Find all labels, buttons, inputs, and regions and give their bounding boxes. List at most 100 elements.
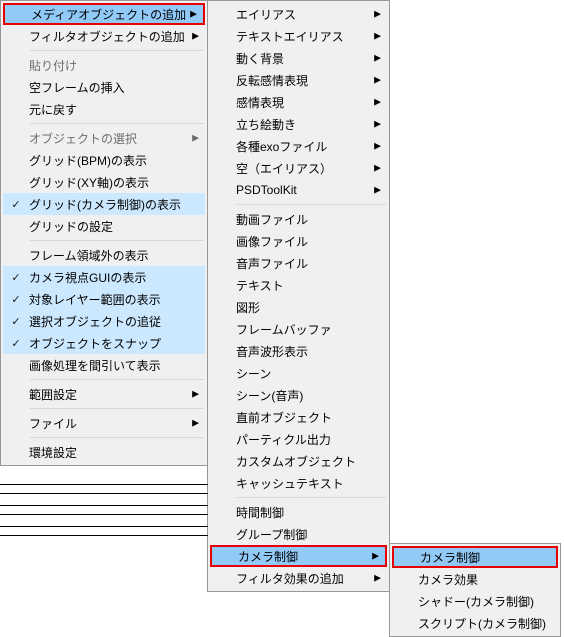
menu-item-label: スクリプト(カメラ制御): [418, 615, 546, 632]
menu2-item[interactable]: 画像ファイル: [210, 230, 387, 252]
menu2-item[interactable]: 図形: [210, 296, 387, 318]
menu2-item[interactable]: エイリアス ▶: [210, 3, 387, 25]
menu-item-label: 動画ファイル: [236, 211, 367, 228]
menu1-item[interactable]: 範囲設定▶: [3, 383, 205, 405]
menu-separator: [237, 497, 386, 498]
chevron-right-icon: ▶: [190, 9, 197, 20]
menu1-item: 貼り付け: [3, 54, 205, 76]
menu-separator: [30, 408, 204, 409]
menu1-item[interactable]: グリッドの設定: [3, 215, 205, 237]
menu-item-label: 時間制御: [236, 504, 367, 521]
menu2-item[interactable]: シーン(音声): [210, 384, 387, 406]
menu-item-label: 動く背景: [236, 50, 367, 67]
decorative-lines: [0, 526, 208, 536]
menu-item-label: オブジェクトの選択: [29, 130, 185, 147]
chevron-right-icon: ▶: [374, 97, 381, 108]
menu2-item[interactable]: テキスト: [210, 274, 387, 296]
chevron-right-icon: ▶: [374, 53, 381, 64]
menu-item-label: 音声ファイル: [236, 255, 367, 272]
chevron-right-icon: ▶: [192, 133, 199, 144]
check-icon: ✓: [3, 293, 29, 306]
menu1-item[interactable]: ✓対象レイヤー範囲の表示: [3, 288, 205, 310]
menu3-item[interactable]: シャドー(カメラ制御): [392, 590, 558, 612]
menu-item-label: エイリアス: [236, 6, 367, 23]
menu-item-label: カメラ視点GUIの表示: [29, 269, 185, 286]
menu-item-label: グリッドの設定: [29, 218, 185, 235]
menu2-item[interactable]: 反転感情表現▶: [210, 69, 387, 91]
menu-item-label: 選択オブジェクトの追従: [29, 313, 185, 330]
menu2-item[interactable]: フレームバッファ: [210, 318, 387, 340]
menu3-item[interactable]: カメラ制御: [392, 546, 558, 568]
menu-item-label: カスタムオブジェクト: [236, 453, 367, 470]
chevron-right-icon: ▶: [372, 551, 379, 562]
menu2-item[interactable]: 動画ファイル: [210, 208, 387, 230]
menu-item-label: 音声波形表示: [236, 343, 367, 360]
menu3-item[interactable]: スクリプト(カメラ制御): [392, 612, 558, 634]
menu2-item[interactable]: PSDToolKit▶: [210, 179, 387, 201]
menu-item-label: グリッド(カメラ制御)の表示: [29, 196, 185, 213]
menu2-item[interactable]: カスタムオブジェクト: [210, 450, 387, 472]
menu-item-label: 感情表現: [236, 94, 367, 111]
menu1-item[interactable]: ✓カメラ視点GUIの表示: [3, 266, 205, 288]
chevron-right-icon: ▶: [374, 9, 381, 20]
menu-separator: [30, 379, 204, 380]
menu-item-label: 空（エイリアス）: [236, 160, 367, 177]
decorative-lines: [0, 505, 208, 515]
menu-item-label: 図形: [236, 299, 367, 316]
menu-separator: [30, 123, 204, 124]
menu1-item[interactable]: ファイル▶: [3, 412, 205, 434]
menu-item-label: 環境設定: [29, 444, 185, 461]
menu-item-label: テキストエイリアス: [236, 28, 367, 45]
menu-item-label: 貼り付け: [29, 57, 185, 74]
menu2-item[interactable]: 時間制御: [210, 501, 387, 523]
menu2-item[interactable]: グループ制御: [210, 523, 387, 545]
menu-item-label: フィルタオブジェクトの追加: [29, 28, 185, 45]
menu-item-label: 画像処理を間引いて表示: [29, 357, 185, 374]
chevron-right-icon: ▶: [374, 119, 381, 130]
menu-item-label: キャッシュテキスト: [236, 475, 367, 492]
menu2-item[interactable]: 動く背景 ▶: [210, 47, 387, 69]
menu3-item[interactable]: カメラ効果: [392, 568, 558, 590]
menu1-item[interactable]: グリッド(BPM)の表示: [3, 149, 205, 171]
menu1-item[interactable]: グリッド(XY軸)の表示: [3, 171, 205, 193]
menu2-item[interactable]: テキストエイリアス▶: [210, 25, 387, 47]
menu-item-label: 空フレームの挿入: [29, 79, 185, 96]
menu2-item[interactable]: 直前オブジェクト: [210, 406, 387, 428]
menu-item-label: グリッド(BPM)の表示: [29, 152, 185, 169]
menu2-item[interactable]: フィルタ効果の追加▶: [210, 567, 387, 589]
menu2-item[interactable]: 感情表現 ▶: [210, 91, 387, 113]
menu2-item[interactable]: パーティクル出力: [210, 428, 387, 450]
menu-item-label: 立ち絵動き: [236, 116, 367, 133]
chevron-right-icon: ▶: [374, 573, 381, 584]
menu-item-label: PSDToolKit: [236, 183, 367, 197]
menu-separator: [30, 437, 204, 438]
menu1-item[interactable]: 空フレームの挿入: [3, 76, 205, 98]
menu1-item[interactable]: ✓オブジェクトをスナップ: [3, 332, 205, 354]
menu2-item[interactable]: 音声ファイル: [210, 252, 387, 274]
menu1-item[interactable]: ✓選択オブジェクトの追従: [3, 310, 205, 332]
menu-item-label: 元に戻す: [29, 101, 185, 118]
chevron-right-icon: ▶: [192, 418, 199, 429]
menu-item-label: グリッド(XY軸)の表示: [29, 174, 185, 191]
menu2-item[interactable]: 各種exoファイル▶: [210, 135, 387, 157]
menu2-item[interactable]: カメラ制御▶: [210, 545, 387, 567]
chevron-right-icon: ▶: [374, 75, 381, 86]
menu1-item[interactable]: フレーム領域外の表示: [3, 244, 205, 266]
menu2-item[interactable]: 音声波形表示: [210, 340, 387, 362]
menu-item-label: 画像ファイル: [236, 233, 367, 250]
menu1-item[interactable]: 環境設定: [3, 441, 205, 463]
check-icon: ✓: [3, 271, 29, 284]
menu1-item[interactable]: メディアオブジェクトの追加▶: [3, 3, 205, 25]
menu-separator: [30, 240, 204, 241]
menu2-item[interactable]: 立ち絵動き ▶: [210, 113, 387, 135]
menu2-item[interactable]: キャッシュテキスト: [210, 472, 387, 494]
context-menu-3: カメラ制御カメラ効果シャドー(カメラ制御) スクリプト(カメラ制御): [389, 543, 561, 637]
menu1-item[interactable]: 元に戻す: [3, 98, 205, 120]
menu1-item[interactable]: フィルタオブジェクトの追加▶: [3, 25, 205, 47]
menu-item-label: シーン(音声): [236, 387, 367, 404]
menu1-item[interactable]: 画像処理を間引いて表示: [3, 354, 205, 376]
menu1-item[interactable]: ✓グリッド(カメラ制御)の表示: [3, 193, 205, 215]
menu-item-label: カメラ制御: [420, 549, 536, 566]
menu2-item[interactable]: 空（エイリアス）▶: [210, 157, 387, 179]
menu2-item[interactable]: シーン: [210, 362, 387, 384]
